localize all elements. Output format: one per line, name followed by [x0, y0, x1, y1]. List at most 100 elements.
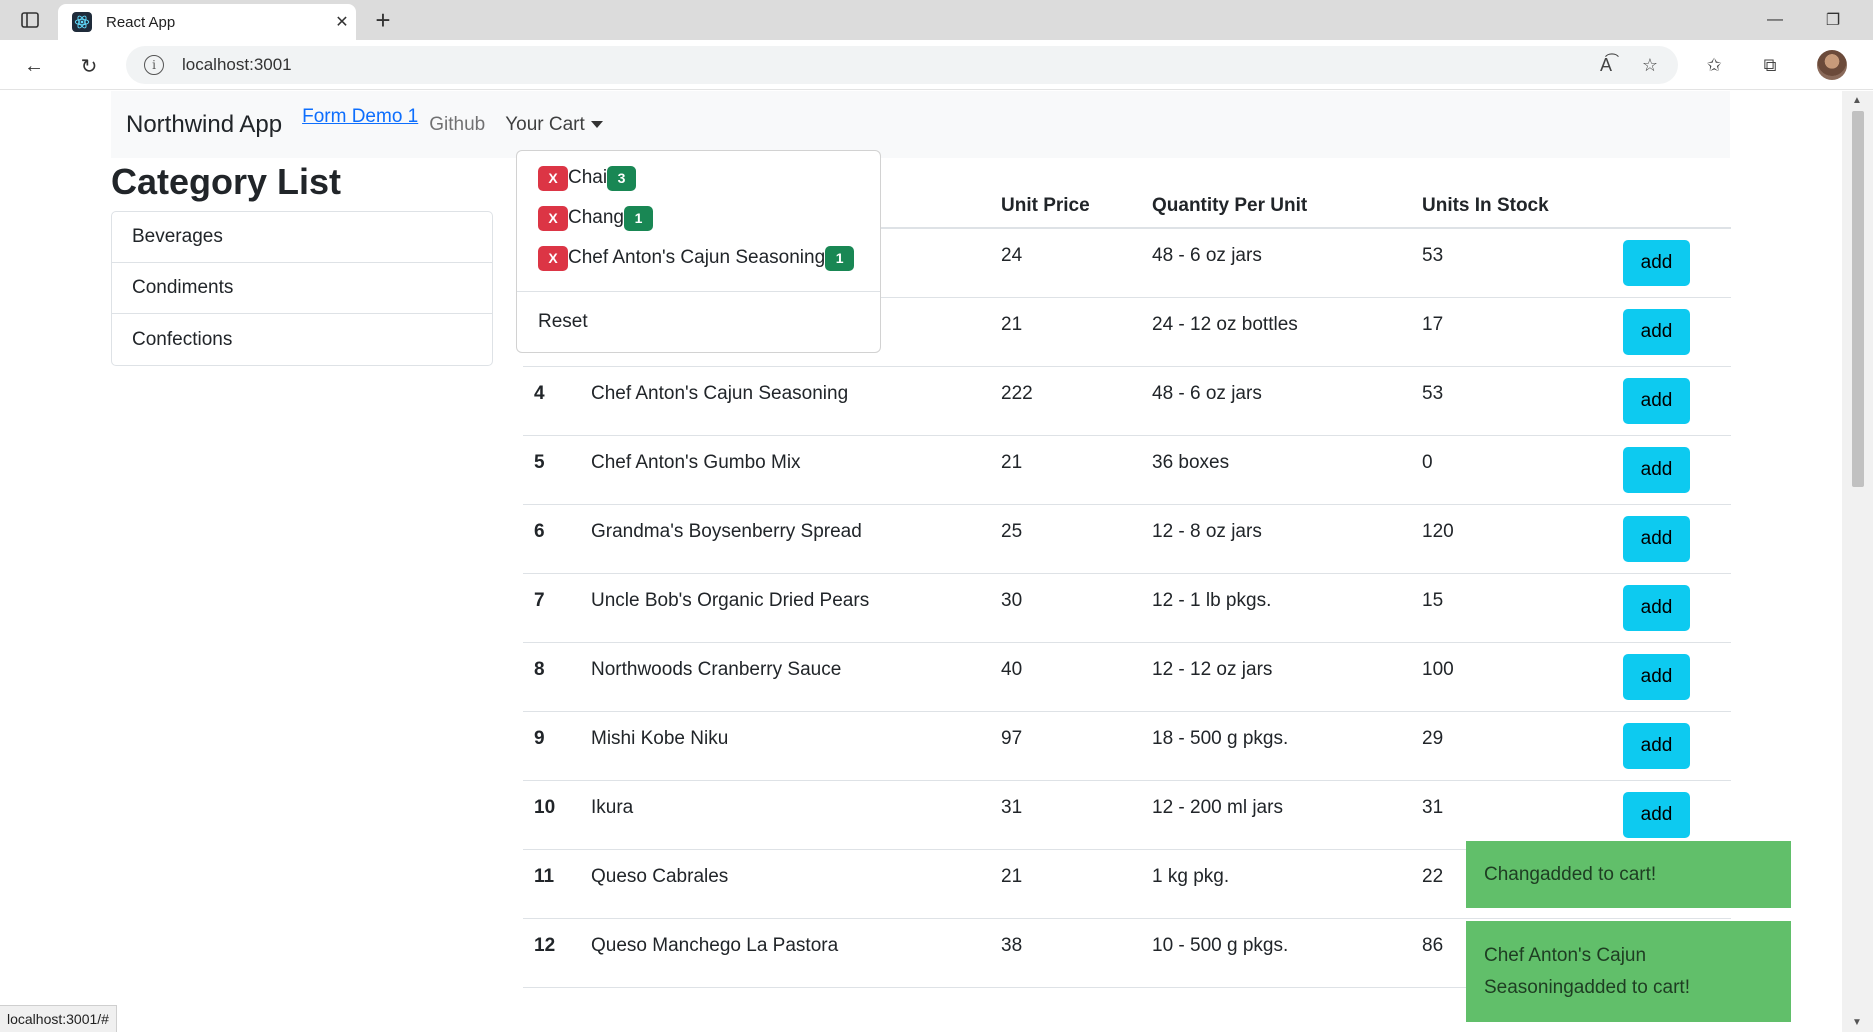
add-favorite-icon[interactable]: ☆ [1633, 48, 1667, 82]
quantity-per-unit: 12 - 12 oz jars [1141, 642, 1411, 712]
collections-icon[interactable]: ⧉ [1753, 48, 1787, 82]
product-name: Chef Anton's Gumbo Mix [580, 435, 990, 505]
dropdown-divider [517, 291, 880, 292]
reload-icon[interactable]: ↻ [72, 49, 106, 83]
product-id: 10 [523, 780, 580, 850]
minimize-icon[interactable]: — [1753, 8, 1797, 32]
remove-item-button[interactable]: X [538, 205, 568, 231]
scroll-down-icon[interactable]: ▼ [1852, 1017, 1862, 1028]
category-list: Beverages Condiments Confections [111, 211, 493, 366]
add-to-cart-button[interactable]: add [1623, 791, 1690, 838]
scroll-up-icon[interactable]: ▲ [1852, 95, 1862, 106]
read-aloud-icon[interactable]: A͡ [1589, 48, 1623, 82]
quantity-per-unit: 48 - 6 oz jars [1141, 228, 1411, 298]
add-to-cart-button[interactable]: add [1623, 308, 1690, 355]
unit-price: 222 [990, 366, 1141, 436]
add-to-cart-button[interactable]: add [1623, 653, 1690, 700]
toast-notification[interactable]: Changadded to cart! [1466, 841, 1791, 908]
category-item-condiments[interactable]: Condiments [112, 263, 492, 314]
units-in-stock: 100 [1411, 642, 1612, 712]
action-cell: add [1612, 642, 1731, 712]
cart-item[interactable]: X Chang 1 [538, 203, 653, 233]
header-quantity-per-unit: Quantity Per Unit [1141, 181, 1411, 229]
new-tab-icon[interactable]: + [368, 6, 398, 36]
unit-price: 24 [990, 228, 1141, 298]
product-id: 7 [523, 573, 580, 643]
product-id: 4 [523, 366, 580, 436]
react-logo-icon [72, 12, 92, 32]
cart-item-count-badge: 1 [624, 205, 653, 231]
quantity-per-unit: 18 - 500 g pkgs. [1141, 711, 1411, 781]
unit-price: 25 [990, 504, 1141, 574]
cart-dropdown-menu: X Chai 3 X Chang 1 X Chef Anton's Cajun … [516, 150, 881, 353]
add-to-cart-button[interactable]: add [1623, 515, 1690, 562]
category-item-confections[interactable]: Confections [112, 314, 492, 365]
header-unit-price: Unit Price [990, 181, 1141, 229]
quantity-per-unit: 10 - 500 g pkgs. [1141, 918, 1411, 988]
scrollbar-thumb[interactable] [1852, 111, 1864, 487]
action-cell: add [1612, 504, 1731, 574]
product-name: Ikura [580, 780, 990, 850]
units-in-stock: 53 [1411, 366, 1612, 436]
browser-tabstrip: React App ✕ + — ❐ [0, 0, 1873, 40]
category-item-beverages[interactable]: Beverages [112, 212, 492, 263]
cart-item[interactable]: X Chef Anton's Cajun Seasoning 1 [538, 243, 855, 273]
sidebar-toggle-icon[interactable] [8, 8, 52, 32]
add-to-cart-button[interactable]: add [1623, 377, 1690, 424]
remove-item-button[interactable]: X [538, 165, 568, 191]
browser-toolbar: ← ↻ i localhost:3001 A͡ ☆ ✩ ⧉ [0, 40, 1873, 90]
toast-notification[interactable]: Chef Anton's Cajun Seasoningadded to car… [1466, 921, 1791, 1022]
close-tab-icon[interactable]: ✕ [328, 12, 356, 32]
header-units-in-stock: Units In Stock [1411, 181, 1612, 229]
restore-icon[interactable]: ❐ [1811, 8, 1855, 32]
cart-item-count-badge: 1 [825, 245, 855, 271]
profile-avatar[interactable] [1817, 50, 1847, 80]
tab-title: React App [106, 13, 176, 31]
quantity-per-unit: 36 boxes [1141, 435, 1411, 505]
nav-link-github[interactable]: Github [429, 114, 485, 136]
quantity-per-unit: 1 kg pkg. [1141, 849, 1411, 919]
page-viewport: Northwind App Form Demo 1 Github Your Ca… [0, 91, 1842, 1032]
units-in-stock: 120 [1411, 504, 1612, 574]
nav-link-form-demo[interactable]: Form Demo 1 [302, 106, 418, 128]
table-row: 6 Grandma's Boysenberry Spread 25 12 - 8 oz… [523, 504, 1731, 574]
address-bar[interactable]: i localhost:3001 [126, 46, 1678, 84]
remove-item-button[interactable]: X [538, 245, 568, 271]
product-id: 9 [523, 711, 580, 781]
units-in-stock: 53 [1411, 228, 1612, 298]
product-id: 6 [523, 504, 580, 574]
unit-price: 21 [990, 297, 1141, 367]
product-name: Uncle Bob's Organic Dried Pears [580, 573, 990, 643]
unit-price: 40 [990, 642, 1141, 712]
site-info-icon[interactable]: i [144, 55, 164, 75]
caret-down-icon [590, 121, 603, 128]
cart-dropdown-toggle[interactable]: Your Cart [505, 114, 603, 136]
table-row: 8 Northwoods Cranberry Sauce 40 12 - 12 oz … [523, 642, 1731, 712]
quantity-per-unit: 24 - 12 oz bottles [1141, 297, 1411, 367]
quantity-per-unit: 12 - 200 ml jars [1141, 780, 1411, 850]
table-row: 5 Chef Anton's Gumbo Mix 21 36 boxes 0 add [523, 435, 1731, 505]
product-id: 12 [523, 918, 580, 988]
action-cell: add [1612, 573, 1731, 643]
add-to-cart-button[interactable]: add [1623, 240, 1690, 286]
navbar-brand[interactable]: Northwind App [126, 111, 282, 139]
units-in-stock: 0 [1411, 435, 1612, 505]
browser-tab[interactable]: React App ✕ [58, 4, 356, 40]
table-row: 9 Mishi Kobe Niku 97 18 - 500 g pkgs. 29 add [523, 711, 1731, 781]
action-cell: add [1612, 711, 1731, 781]
add-to-cart-button[interactable]: add [1623, 722, 1690, 769]
unit-price: 38 [990, 918, 1141, 988]
status-bar-url: localhost:3001/# [0, 1005, 117, 1032]
cart-label: Your Cart [505, 113, 585, 135]
page-scrollbar[interactable]: ▲ ▼ [1842, 91, 1873, 1032]
cart-reset-button[interactable]: Reset [538, 311, 588, 333]
cart-item-count-badge: 3 [607, 165, 637, 191]
back-icon[interactable]: ← [17, 49, 51, 83]
add-to-cart-button[interactable]: add [1623, 446, 1690, 493]
cart-item[interactable]: X Chai 3 [538, 163, 637, 193]
quantity-per-unit: 12 - 8 oz jars [1141, 504, 1411, 574]
favorites-icon[interactable]: ✩ [1697, 48, 1731, 82]
table-row: 4 Chef Anton's Cajun Seasoning 222 48 - 6 o… [523, 366, 1731, 436]
add-to-cart-button[interactable]: add [1623, 584, 1690, 631]
product-name: Queso Manchego La Pastora [580, 918, 990, 988]
